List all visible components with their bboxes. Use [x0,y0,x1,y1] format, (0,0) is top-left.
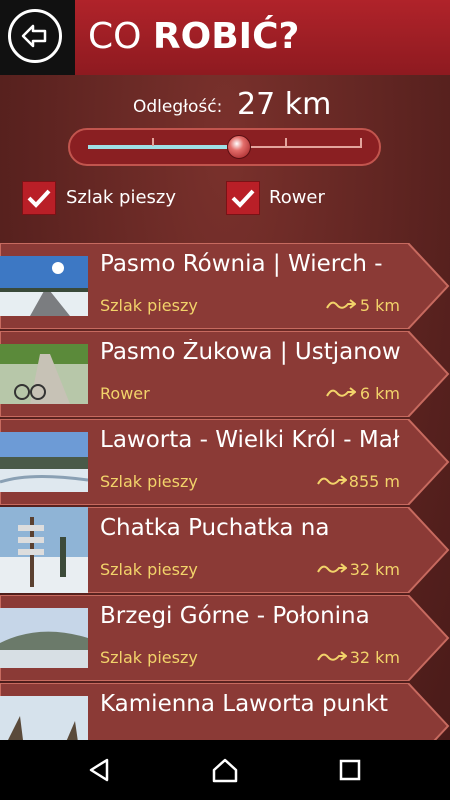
route-icon [317,651,347,661]
thumb-snowy-field-hills [0,432,88,492]
home-icon[interactable] [210,755,240,785]
thumb-cyclist-shadow-path [0,344,88,404]
checkmark-icon [231,189,255,208]
item-title: Pasmo Żukowa | Ustjanowa [100,339,400,365]
app-header: CO ROBIĆ? [0,0,450,75]
distance-slider[interactable] [68,128,381,166]
title-bold: ROBIĆ? [152,16,300,57]
list-item[interactable]: Brzegi Górne - Połonina Szlak pieszy 32 … [0,595,450,681]
item-type: Szlak pieszy [100,560,198,579]
list-item[interactable]: Pasmo Żukowa | Ustjanowa Rower 6 km [0,331,450,417]
item-title: Chatka Puchatka na [100,515,330,541]
back-button[interactable] [0,0,75,75]
slider-tick [152,138,154,146]
distance-label: Odległość: [133,97,223,117]
thumb-winter-trees-view [0,696,88,740]
route-icon [326,387,356,397]
route-list: Pasmo Równia | Wierch - Szlak pieszy 5 k… [0,243,450,740]
slider-tick [285,138,287,146]
back-triangle-icon[interactable] [85,755,115,785]
distance-value: 27 km [237,87,332,122]
item-distance: 32 km [349,648,400,667]
list-item[interactable]: Chatka Puchatka na Szlak pieszy 32 km [0,507,450,593]
thumb-snowy-road-sun [0,256,88,316]
item-type: Szlak pieszy [100,648,198,667]
recents-square-icon[interactable] [335,755,365,785]
thumb-mountain-meadow [0,608,88,668]
checkbox-szlak-pieszy[interactable] [22,181,56,215]
item-distance: 855 m [348,472,400,491]
item-title: Pasmo Równia | Wierch - [100,251,383,277]
checkmark-icon [27,189,51,208]
checkbox-rower[interactable] [226,181,260,215]
list-item[interactable]: Pasmo Równia | Wierch - Szlak pieszy 5 k… [0,243,450,329]
slider-tick [360,138,362,146]
item-title: Brzegi Górne - Połonina [100,603,370,629]
item-type: Szlak pieszy [100,472,198,491]
thumb-trail-signpost [0,507,88,593]
checkbox-label-szlak-pieszy: Szlak pieszy [66,187,177,208]
slider-fill [88,145,227,149]
route-icon [317,563,347,573]
list-item[interactable]: Kamienna Laworta punkt [0,683,450,740]
system-nav-bar [0,740,450,800]
item-title: Kamienna Laworta punkt [100,691,389,717]
item-distance: 6 km [359,384,400,403]
route-icon [317,475,347,485]
item-title: Laworta - Wielki Król - Mały [100,427,400,453]
checkbox-label-rower: Rower [269,187,325,208]
item-type: Rower [100,384,150,403]
page-title: CO ROBIĆ? [88,16,299,57]
item-type: Szlak pieszy [100,296,198,315]
item-distance: 32 km [349,560,400,579]
back-arrow-icon [8,9,62,63]
route-icon [326,299,356,309]
slider-thumb[interactable] [226,135,251,159]
title-prefix: CO [88,16,153,57]
item-distance: 5 km [359,296,400,315]
list-item[interactable]: Laworta - Wielki Król - Mały Szlak piesz… [0,419,450,505]
